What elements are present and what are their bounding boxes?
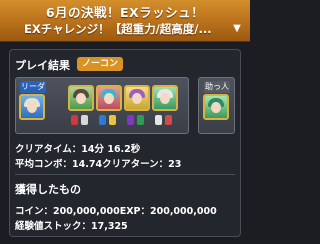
- no-continue-badge: ノーコン: [77, 57, 124, 71]
- dungeon-header[interactable]: 6月の決戦！EXラッシュ！ EXチャレンジ！【超重力/超高度/... ▼: [0, 0, 250, 42]
- sub-monster: [96, 85, 122, 111]
- avg-combo-text: 平均コンボ：14.74: [15, 159, 103, 170]
- friend-label: 助っ人: [204, 81, 230, 93]
- assist-icon: [127, 115, 134, 125]
- sub-monster: [152, 85, 178, 111]
- leader-monster: [19, 94, 45, 120]
- friend-card: 助っ人: [198, 77, 235, 134]
- assist-icon: [137, 115, 144, 125]
- average-combo: 平均コンボ：14.74クリアターン：23: [15, 156, 181, 170]
- result-panel: プレイ結果 ノーコン リーダー: [9, 49, 241, 237]
- sub-monster: [68, 85, 94, 111]
- clear-time: クリアタイム：14分 16.2秒: [15, 144, 141, 155]
- coin-exp: コイン：200,000,000EXP：200,000,000: [15, 206, 217, 217]
- rewards-heading: 獲得したもの: [15, 183, 81, 196]
- clear-turns-text: クリアターン：23: [102, 159, 182, 170]
- event-title: 6月の決戦！EXラッシュ！: [45, 5, 205, 20]
- assist-icon: [81, 115, 88, 125]
- play-result-heading: プレイ結果: [15, 59, 70, 72]
- friend-monster: [203, 94, 229, 120]
- assist-icon: [99, 115, 106, 125]
- leader-label: リーダー: [20, 81, 46, 103]
- team-card: リーダー: [15, 77, 189, 134]
- divider: [15, 174, 235, 175]
- assist-icon: [109, 115, 116, 125]
- assist-icon: [155, 115, 162, 125]
- chevron-down-icon[interactable]: ▼: [230, 22, 244, 36]
- assist-icon: [165, 115, 172, 125]
- sub-monster: [124, 85, 150, 111]
- assist-icon: [71, 115, 78, 125]
- dungeon-title: EXチャレンジ！【超重力/超高度/...: [24, 22, 212, 36]
- exp-stock: 経験値ストック：17,325: [15, 221, 128, 232]
